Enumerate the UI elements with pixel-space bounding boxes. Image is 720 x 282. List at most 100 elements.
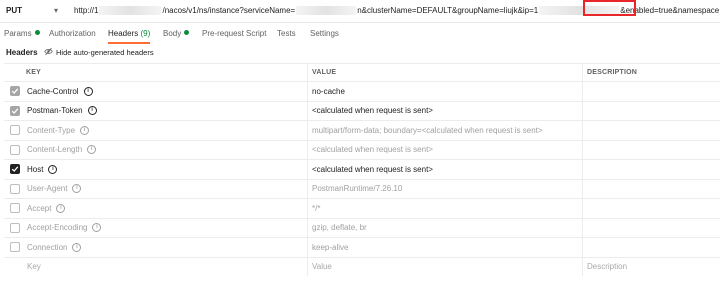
row-value-text: */*: [312, 203, 321, 213]
highlight-annotation-box: [583, 0, 636, 16]
row-checkbox-cell: [6, 160, 24, 179]
row-checkbox-cell: [6, 102, 24, 121]
headers-count-badge: (9): [140, 29, 151, 38]
row-key[interactable]: Postman-Token i: [27, 102, 302, 121]
row-key[interactable]: User-Agent i: [27, 180, 302, 199]
table-header-row: KEY VALUE DESCRIPTION: [4, 63, 720, 81]
row-key[interactable]: Content-Type i: [27, 121, 302, 140]
tab-headers[interactable]: Headers (9): [108, 26, 150, 42]
tab-authorization[interactable]: Authorization: [49, 26, 96, 42]
table-row: Content-Length i <calculated when request …: [4, 139, 720, 160]
tab-tests[interactable]: Tests: [277, 26, 296, 42]
row-checkbox-cell: [6, 121, 24, 140]
row-key-text: Content-Type: [27, 125, 76, 135]
row-description[interactable]: [582, 82, 720, 101]
tab-params[interactable]: Params: [4, 26, 40, 42]
row-description[interactable]: [582, 218, 720, 237]
row-checkbox-cell: [6, 238, 24, 257]
request-url-bar: PUT ▾ http://1/nacos/v1/ns/instance?serv…: [0, 0, 720, 23]
table-row: Host i <calculated when request is sent>: [4, 159, 720, 179]
new-key-input[interactable]: Key: [27, 258, 302, 277]
table-row: Accept-Encoding i gzip, deflate, br: [4, 217, 720, 238]
method-select[interactable]: PUT ▾: [6, 4, 58, 18]
row-key-text: Cache-Control: [27, 86, 79, 96]
row-description[interactable]: [582, 179, 720, 198]
row-description[interactable]: [582, 140, 720, 159]
checkmark-icon: [11, 108, 19, 114]
active-dot-icon: [34, 30, 40, 35]
row-description[interactable]: [582, 101, 720, 120]
row-checkbox[interactable]: [10, 222, 20, 233]
row-key[interactable]: Connection i: [27, 238, 302, 257]
column-header-value: VALUE: [307, 64, 582, 81]
row-value[interactable]: <calculated when request is sent>: [307, 101, 582, 120]
headers-subheader: Headers Hide auto-generated headers: [0, 46, 720, 60]
tab-params-label: Params: [4, 29, 32, 38]
row-key[interactable]: Host i: [27, 160, 302, 179]
table-row: Content-Type i multipart/form-data; bounda…: [4, 120, 720, 140]
row-checkbox-cell: [6, 180, 24, 199]
new-description-input[interactable]: Description: [582, 257, 720, 276]
tab-pre-request-script[interactable]: Pre-request Script: [202, 26, 266, 42]
active-tab-indicator: [108, 42, 150, 44]
info-icon[interactable]: i: [83, 86, 93, 96]
row-description[interactable]: [582, 121, 720, 140]
row-value[interactable]: <calculated when request is sent>: [307, 160, 582, 179]
row-value[interactable]: gzip, deflate, br: [307, 218, 582, 237]
info-icon[interactable]: i: [48, 164, 58, 174]
new-value-input[interactable]: Value: [307, 257, 582, 276]
info-icon[interactable]: i: [72, 242, 82, 252]
row-value[interactable]: */*: [307, 199, 582, 218]
row-checkbox[interactable]: [10, 144, 20, 155]
row-checkbox[interactable]: [10, 125, 20, 136]
hide-auto-generated-button[interactable]: Hide auto-generated headers: [44, 46, 154, 60]
url-namespace-param: &namespaceId=liujk: [672, 6, 720, 15]
url-path: /nacos/v1/ns/instance?serviceName=: [162, 6, 296, 15]
row-checkbox[interactable]: [10, 164, 20, 175]
row-value[interactable]: PostmanRuntime/7.26.10: [307, 179, 582, 198]
checkmark-icon: [11, 166, 19, 173]
row-value-text: <calculated when request is sent>: [312, 145, 433, 155]
row-description[interactable]: [582, 199, 720, 218]
row-key[interactable]: Content-Length i: [27, 141, 302, 160]
row-key-text: Content-Length: [27, 145, 83, 155]
row-value[interactable]: keep-alive: [307, 238, 582, 257]
row-checkbox[interactable]: [10, 242, 20, 253]
chevron-down-icon: ▾: [53, 6, 58, 15]
row-description[interactable]: [582, 160, 720, 179]
table-row-new: Key Value Description: [4, 256, 720, 277]
table-row: Accept i */*: [4, 198, 720, 218]
row-value-text: <calculated when request is sent>: [312, 106, 433, 116]
row-value-text: keep-alive: [312, 242, 349, 252]
tab-body[interactable]: Body: [163, 26, 190, 42]
row-checkbox[interactable]: [10, 183, 20, 194]
row-checkbox[interactable]: [10, 105, 20, 116]
info-icon[interactable]: i: [87, 106, 97, 116]
row-key-text: User-Agent: [27, 184, 68, 194]
info-icon[interactable]: i: [87, 145, 97, 155]
row-key-text: Connection: [27, 242, 68, 252]
row-checkbox[interactable]: [10, 86, 20, 97]
column-header-description: DESCRIPTION: [582, 64, 720, 81]
row-key[interactable]: Accept i: [27, 199, 302, 218]
headers-section-title: Headers: [6, 48, 38, 57]
tab-authorization-label: Authorization: [49, 29, 96, 38]
tab-settings[interactable]: Settings: [310, 26, 339, 42]
row-value-text: PostmanRuntime/7.26.10: [312, 184, 403, 194]
checkmark-icon: [11, 88, 19, 95]
info-icon[interactable]: i: [56, 203, 66, 213]
row-checkbox-cell: [6, 141, 24, 160]
row-key[interactable]: Accept-Encoding i: [27, 219, 302, 238]
row-description[interactable]: [582, 238, 720, 257]
row-key[interactable]: Cache-Control i: [27, 82, 302, 101]
info-icon[interactable]: i: [72, 184, 82, 194]
info-icon[interactable]: i: [92, 223, 102, 233]
row-checkbox[interactable]: [10, 203, 20, 214]
headers-table: KEY VALUE DESCRIPTION Cache-Control i no-c…: [4, 63, 720, 276]
url-prefix: http://1: [74, 6, 99, 15]
tab-pre-request-script-label: Pre-request Script: [202, 29, 267, 38]
info-icon[interactable]: i: [80, 125, 90, 135]
row-value[interactable]: no-cache: [307, 82, 582, 101]
row-value[interactable]: multipart/form-data; boundary=<calculate…: [307, 121, 582, 140]
row-value[interactable]: <calculated when request is sent>: [307, 140, 582, 159]
